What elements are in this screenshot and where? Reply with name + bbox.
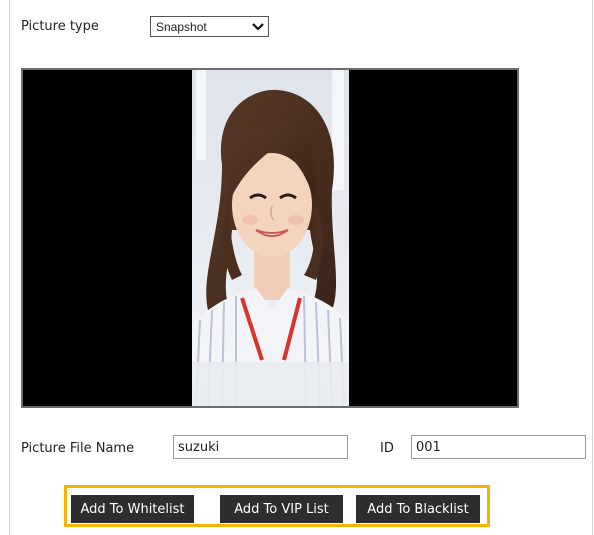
picture-preview <box>21 68 519 408</box>
face-photo <box>192 70 349 406</box>
id-label: ID <box>380 441 394 456</box>
picture-file-name-input[interactable] <box>173 435 348 459</box>
picture-file-name-label: Picture File Name <box>21 441 135 456</box>
chevron-down-icon <box>248 17 268 36</box>
add-to-blacklist-button[interactable]: Add To Blacklist <box>356 495 480 523</box>
add-to-whitelist-button[interactable]: Add To Whitelist <box>71 495 194 523</box>
picture-type-label: Picture type <box>21 19 99 34</box>
picture-type-value: Snapshot <box>156 19 207 34</box>
list-actions-group: Add To Whitelist Add To VIP List Add To … <box>64 485 490 527</box>
picture-type-select[interactable]: Snapshot <box>150 16 269 37</box>
id-input[interactable] <box>411 435 586 459</box>
add-to-vip-list-button[interactable]: Add To VIP List <box>220 495 343 523</box>
